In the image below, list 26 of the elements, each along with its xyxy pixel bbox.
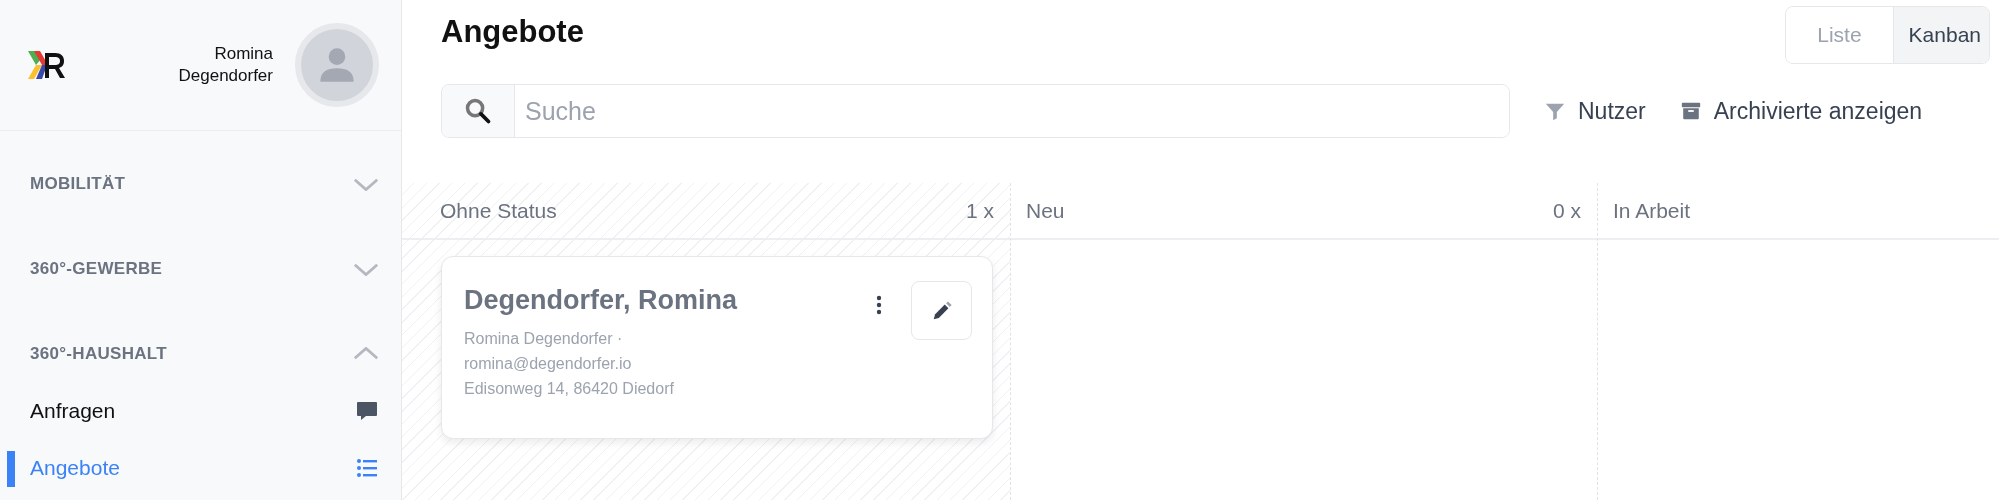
- column-title: Ohne Status: [440, 198, 557, 223]
- filter-button[interactable]: Archivierte anzeigen: [1679, 97, 1923, 125]
- column-count: 0 x: [1553, 198, 1581, 223]
- card-title: Degendorfer, Romina: [464, 285, 739, 316]
- offer-card[interactable]: Degendorfer, Romina Romina Degendorfer · romina@degendorfer.io Edisonweg 14, 86420 Diedorf: [441, 256, 993, 439]
- column-count: 1 x: [966, 198, 994, 223]
- person-icon: [317, 45, 357, 85]
- card-detail: romina@degendorfer.io: [464, 354, 633, 374]
- active-indicator: [7, 451, 15, 487]
- search-field[interactable]: Suche: [441, 84, 1510, 138]
- archive-icon: [1679, 100, 1702, 122]
- page-title: Angebote: [441, 14, 584, 50]
- column-title: In Arbeit: [1613, 198, 1691, 223]
- user-name: Romina Degendorfer: [177, 43, 273, 87]
- section-header[interactable]: 360°-GEWERBE: [0, 226, 401, 311]
- view-tab[interactable]: Kanban: [1892, 7, 1989, 63]
- search-icon: [464, 97, 492, 125]
- more-icon: [876, 295, 882, 315]
- edit-button[interactable]: [911, 281, 972, 340]
- sidebar-item[interactable]: Angebote: [0, 439, 401, 496]
- section-header[interactable]: MOBILITÄT: [0, 141, 401, 226]
- card-detail: Edisonweg 14, 86420 Diedorf: [464, 379, 675, 399]
- column-title: Neu: [1026, 198, 1065, 223]
- logo-icon: [28, 51, 68, 79]
- card-detail: Romina Degendorfer ·: [464, 329, 624, 349]
- filter-button[interactable]: Nutzer: [1544, 97, 1646, 125]
